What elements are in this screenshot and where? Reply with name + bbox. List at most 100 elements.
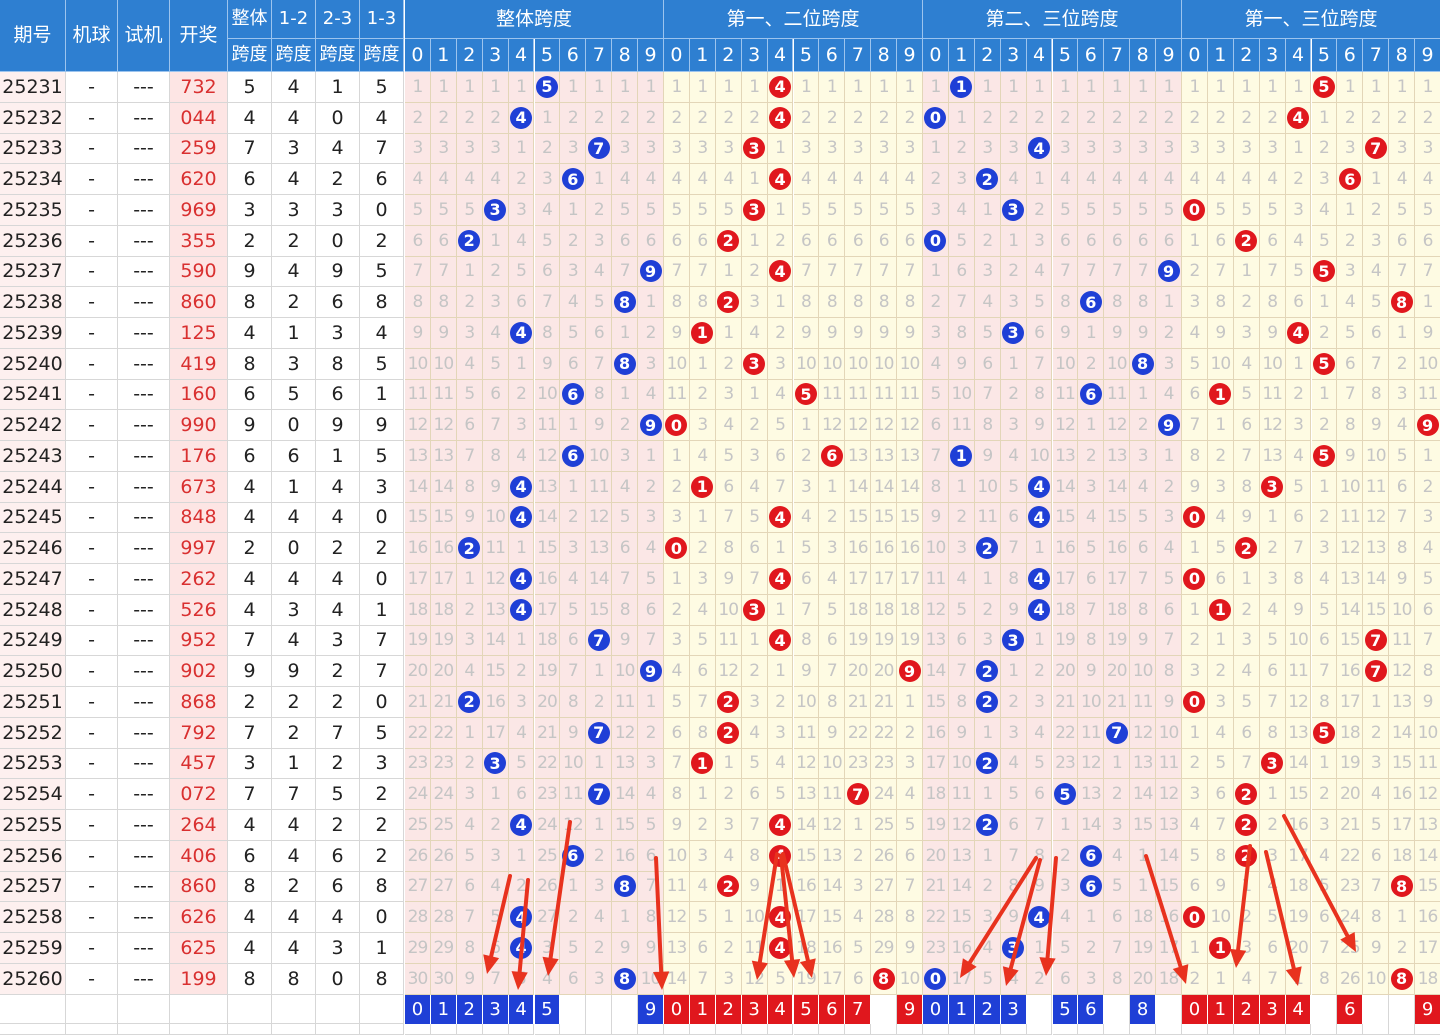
span-12-cell: 4 — [272, 625, 316, 657]
miss-count-cell: 1 — [1000, 72, 1027, 103]
miss-count-cell: 19 — [430, 625, 457, 657]
trend-cell: 4 — [1026, 564, 1053, 595]
period-cell: 25232 — [0, 102, 66, 134]
miss-count-cell: 5 — [1182, 348, 1208, 380]
period-cell: 25234 — [0, 164, 66, 195]
miss-count-cell: 10 — [871, 348, 898, 380]
span-12-cell: 4 — [272, 72, 316, 103]
miss-count-cell: 2 — [1311, 410, 1338, 441]
miss-count-cell: 2 — [1130, 410, 1157, 441]
hit-ball: 8 — [1390, 291, 1413, 314]
miss-count-cell: 2 — [1182, 963, 1208, 995]
miss-count-cell: 5 — [948, 594, 975, 626]
miss-count-cell: 6 — [1207, 564, 1234, 595]
footer-blank-cell — [612, 1023, 639, 1035]
trend-cell: 7 — [586, 133, 613, 165]
footer-blank-cell — [272, 1023, 316, 1035]
miss-count-cell: 5 — [1415, 195, 1440, 226]
miss-count-cell: 8 — [1363, 379, 1390, 411]
trend-cell: 2 — [974, 533, 1001, 564]
miss-count-cell: 26 — [430, 840, 457, 872]
miss-count-cell: 3 — [1207, 471, 1234, 503]
miss-count-cell: 14 — [430, 471, 457, 503]
footer-digit-cell: 1 — [948, 994, 975, 1024]
miss-count-cell: 1 — [482, 779, 509, 810]
miss-count-cell: 1 — [612, 318, 639, 349]
span-13-cell: 8 — [360, 871, 404, 903]
span-13-cell: 7 — [360, 625, 404, 657]
miss-count-cell: 2 — [715, 348, 742, 380]
miss-count-cell: 8 — [664, 779, 690, 810]
miss-count-cell: 6 — [612, 225, 639, 257]
miss-count-cell: 28 — [430, 902, 457, 933]
miss-count-cell: 12 — [1285, 687, 1312, 718]
miss-count-cell: 1 — [767, 656, 794, 687]
miss-count-cell: 15 — [819, 902, 846, 933]
digit-header: 2 — [1233, 39, 1260, 72]
hit-ball: 1 — [691, 475, 714, 498]
miss-count-cell: 9 — [1000, 902, 1027, 933]
trend-cell: 9 — [638, 410, 664, 441]
trend-cell: 4 — [508, 502, 535, 534]
machine-cell: - — [66, 133, 118, 165]
footer-digit-cell: 1 — [430, 994, 457, 1024]
span-23-cell: 9 — [316, 410, 360, 441]
miss-count-cell: 14 — [897, 471, 923, 503]
miss-count-cell: 1 — [974, 779, 1001, 810]
hit-ball: 8 — [613, 967, 636, 990]
miss-count-cell: 7 — [456, 441, 483, 472]
miss-count-cell: 1 — [897, 72, 923, 103]
miss-count-cell: 3 — [715, 810, 742, 841]
miss-count-cell: 3 — [1000, 717, 1027, 749]
trend-cell: 0 — [923, 102, 949, 134]
miss-count-cell: 7 — [1363, 871, 1390, 903]
miss-count-cell: 11 — [1259, 379, 1286, 411]
miss-count-cell: 6 — [664, 717, 690, 749]
hit-ball: 8 — [1390, 967, 1413, 990]
trial-cell: --- — [118, 687, 170, 718]
miss-count-cell: 5 — [1233, 687, 1260, 718]
miss-count-cell: 18 — [897, 594, 923, 626]
miss-count-cell: 18 — [405, 594, 431, 626]
miss-count-cell: 2 — [1259, 102, 1286, 134]
miss-count-cell: 5 — [1104, 195, 1131, 226]
hit-ball: 2 — [717, 229, 740, 252]
miss-count-cell: 7 — [664, 748, 690, 780]
hit-ball: 8 — [613, 291, 636, 314]
footer-digit-cell: 4 — [1285, 994, 1312, 1024]
miss-count-cell: 1 — [1285, 348, 1312, 380]
miss-count-cell: 7 — [897, 256, 923, 288]
miss-count-cell: 5 — [845, 195, 872, 226]
trial-cell: --- — [118, 933, 170, 964]
miss-count-cell: 11 — [1363, 471, 1390, 503]
footer-blank-cell — [586, 1023, 613, 1035]
miss-count-cell: 11 — [586, 471, 613, 503]
miss-count-cell: 1 — [664, 72, 690, 103]
miss-count-cell: 21 — [405, 687, 431, 718]
miss-count-cell: 5 — [1104, 871, 1131, 903]
miss-count-cell: 11 — [974, 502, 1001, 534]
miss-count-cell: 4 — [534, 195, 561, 226]
trend-cell: 8 — [1389, 287, 1416, 318]
miss-count-cell: 16 — [1389, 779, 1416, 810]
miss-count-cell: 2 — [793, 441, 820, 472]
miss-count-cell: 5 — [1078, 533, 1105, 564]
hit-ball: 6 — [1079, 291, 1102, 314]
miss-count-cell: 3 — [1389, 133, 1416, 165]
miss-count-cell: 16 — [897, 533, 923, 564]
miss-count-cell: 17 — [923, 748, 949, 780]
miss-count-cell: 1 — [1104, 72, 1131, 103]
span-total-cell: 2 — [228, 225, 272, 257]
miss-count-cell: 3 — [586, 225, 613, 257]
miss-count-cell: 4 — [586, 902, 613, 933]
miss-count-cell: 7 — [1389, 256, 1416, 288]
miss-count-cell: 1 — [897, 687, 923, 718]
span-23-cell: 6 — [316, 379, 360, 411]
trial-cell: --- — [118, 717, 170, 749]
miss-count-cell: 5 — [897, 810, 923, 841]
miss-count-cell: 17 — [482, 717, 509, 749]
digit-header: 7 — [1363, 39, 1390, 72]
span-23-cell: 4 — [316, 502, 360, 534]
miss-count-cell: 7 — [1259, 256, 1286, 288]
miss-count-cell: 5 — [638, 195, 664, 226]
